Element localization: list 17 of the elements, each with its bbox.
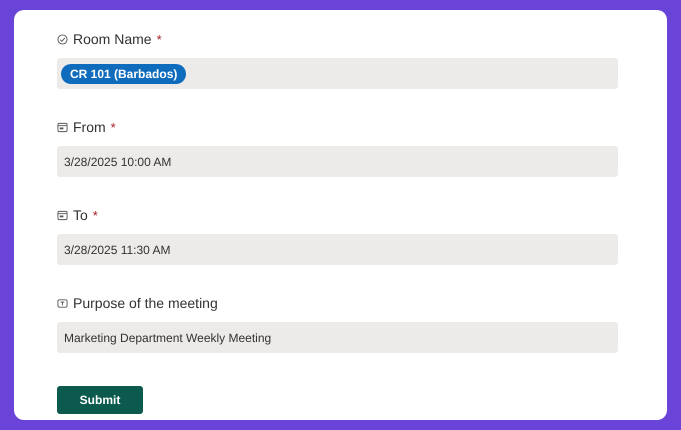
choice-field[interactable]: CR 101 (Barbados): [57, 58, 618, 89]
required-mark: *: [156, 32, 162, 46]
field-label: To: [73, 207, 88, 223]
date-field[interactable]: 3/28/2025 10:00 AM: [57, 146, 618, 177]
field-label: From: [73, 119, 106, 135]
selected-choice-chip[interactable]: CR 101 (Barbados): [61, 64, 186, 84]
required-mark: *: [110, 120, 116, 134]
field-label: Room Name: [73, 31, 152, 47]
calendar-icon: [57, 122, 68, 132]
submit-button[interactable]: Submit: [57, 386, 143, 414]
check-circle-icon: [57, 34, 68, 44]
required-mark: *: [92, 208, 98, 222]
field-label: Purpose of the meeting: [73, 295, 218, 311]
date-field[interactable]: 3/28/2025 11:30 AM: [57, 234, 618, 265]
input-field[interactable]: Marketing Department Weekly Meeting: [57, 322, 618, 353]
text-field-icon: [57, 298, 68, 308]
calendar-icon: [57, 210, 68, 220]
